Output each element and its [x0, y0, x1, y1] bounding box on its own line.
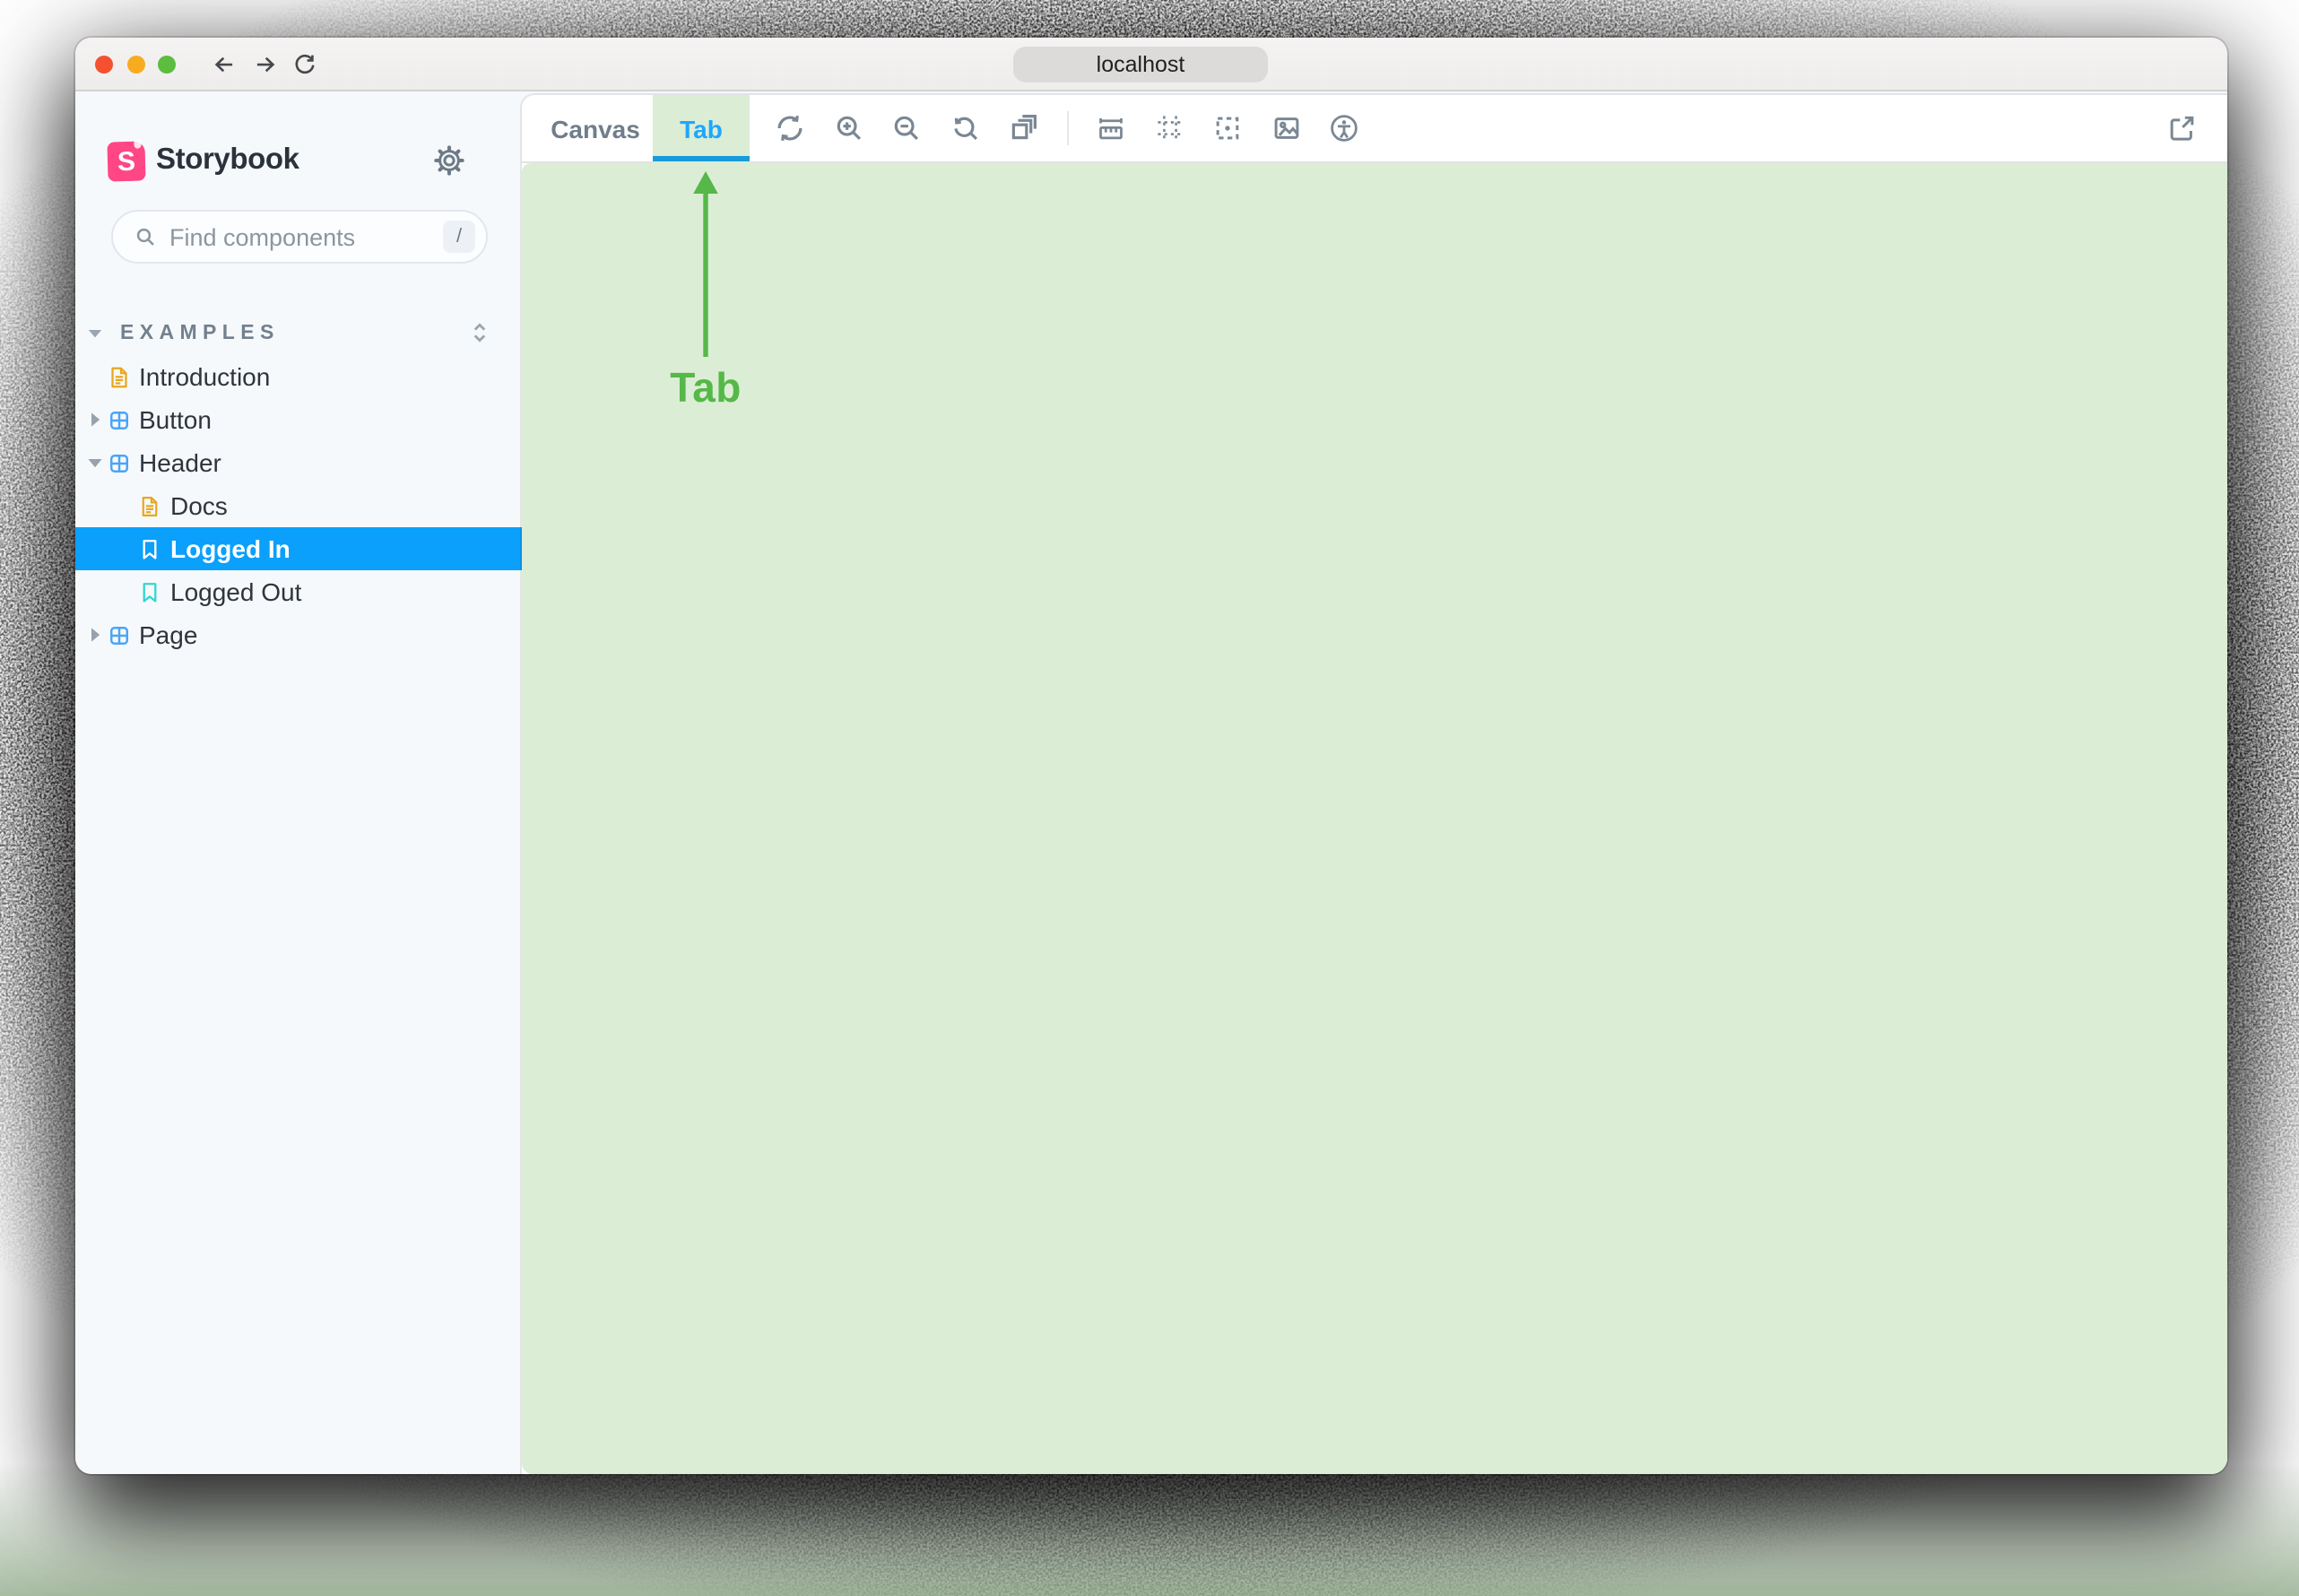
caret-right-icon[interactable] [86, 626, 104, 644]
component-icon [107, 451, 130, 474]
tree-item-logged-out[interactable]: Logged Out [75, 570, 522, 613]
forward-arrow-icon [256, 57, 275, 73]
bookmark-icon [139, 537, 159, 560]
settings-button[interactable] [434, 145, 464, 176]
logo-letter: S [117, 145, 136, 178]
doc-icon [139, 494, 159, 517]
active-tab-underline [653, 155, 750, 161]
back-arrow-icon [214, 57, 233, 73]
component-icon [107, 623, 130, 646]
brand-header: S Storybook [75, 140, 522, 185]
viewport-icon [1011, 115, 1037, 140]
tree-item-label: Page [139, 620, 198, 649]
annotation-label: Tab [670, 364, 742, 411]
chevrons-up-down-icon [473, 323, 486, 343]
tree-item-label: Introduction [139, 362, 271, 391]
close-window-button[interactable] [95, 56, 113, 74]
tree-item-logged-in[interactable]: Logged In [75, 527, 522, 570]
tree-item-label: Logged In [170, 534, 291, 563]
accessibility-button[interactable] [1329, 114, 1359, 144]
external-link-icon [2170, 116, 2194, 141]
zoom-in-button[interactable] [833, 114, 863, 144]
remount-icon [777, 116, 802, 142]
tree-item-docs[interactable]: Docs [75, 484, 522, 527]
expand-collapse-all-button[interactable] [466, 319, 493, 346]
forward-button[interactable] [253, 52, 278, 77]
browser-window: localhost S Storybook Find components / … [75, 38, 2227, 1474]
maximize-window-button[interactable] [158, 56, 176, 74]
gear-icon [434, 145, 464, 176]
canvas-toolbar [775, 94, 1359, 163]
tab-label: Canvas [551, 114, 640, 143]
grid-icon [1157, 116, 1182, 142]
search-shortcut-badge: / [443, 221, 475, 253]
toolbar-divider [1066, 111, 1068, 146]
tree-item-header[interactable]: Header [75, 441, 522, 484]
brand-title[interactable]: Storybook [156, 143, 299, 177]
sidebar-section-examples[interactable]: EXAMPLES [75, 312, 522, 355]
tree-item-label: Button [139, 405, 212, 434]
zoom-reset-icon [953, 117, 977, 141]
zoom-out-button[interactable] [891, 114, 922, 144]
zoom-in-icon [836, 117, 861, 141]
back-button[interactable] [212, 52, 237, 77]
minimize-window-button[interactable] [126, 56, 144, 74]
annotation-arrow-icon [693, 171, 718, 357]
story-tree: Introduction Button Header Docs Logged I… [75, 355, 522, 656]
caret-right-icon[interactable] [86, 411, 104, 429]
open-canvas-new-tab-button[interactable] [2166, 113, 2197, 143]
tab-label: Tab [680, 114, 723, 143]
remount-button[interactable] [775, 114, 805, 144]
tree-item-label: Header [139, 448, 221, 477]
preview-tabbar: Canvas Tab [522, 94, 2227, 163]
tree-item-label: Logged Out [170, 577, 302, 606]
zoom-out-icon [894, 117, 919, 141]
tree-item-button[interactable]: Button [75, 398, 522, 441]
shortcut-key: / [455, 226, 463, 247]
storybook-sidebar: S Storybook Find components / EXAMPLES I… [75, 91, 522, 1474]
grid-button[interactable] [1154, 114, 1184, 144]
story-canvas: Tab [522, 163, 2227, 1474]
image-icon [1273, 117, 1298, 140]
address-bar[interactable]: localhost [1013, 47, 1268, 82]
reload-icon [295, 55, 315, 74]
outline-icon [1216, 117, 1239, 140]
bookmark-icon [139, 580, 159, 603]
window-content: S Storybook Find components / EXAMPLES I… [75, 91, 2227, 1474]
ruler-icon [1099, 118, 1123, 140]
search-input[interactable] [169, 223, 443, 250]
accessibility-icon [1331, 115, 1358, 143]
url-text: localhost [1096, 51, 1185, 77]
zoom-reset-button[interactable] [950, 114, 980, 144]
backgrounds-button[interactable] [1271, 114, 1301, 144]
caret-down-icon[interactable] [86, 454, 104, 472]
tab-canvas[interactable]: Canvas [522, 94, 653, 163]
browser-chrome: localhost [75, 38, 2227, 91]
search-box[interactable]: / [111, 210, 488, 264]
preview-panel: Canvas Tab Tab [522, 94, 2227, 1474]
reload-button[interactable] [292, 52, 317, 77]
tree-item-page[interactable]: Page [75, 613, 522, 656]
backdrop-green-tint [0, 1463, 2299, 1596]
storybook-logo-icon[interactable]: S [107, 141, 146, 182]
tab-tab[interactable]: Tab [653, 94, 750, 163]
tree-item-introduction[interactable]: Introduction [75, 355, 522, 398]
window-controls [95, 56, 176, 74]
component-icon [107, 408, 130, 431]
doc-icon [107, 365, 130, 388]
viewport-button[interactable] [1008, 114, 1038, 144]
tree-item-label: Docs [170, 491, 228, 520]
section-label: EXAMPLES [120, 323, 280, 344]
search-icon [136, 228, 154, 246]
outline-button[interactable] [1212, 114, 1243, 144]
measure-button[interactable] [1096, 114, 1126, 144]
section-caret-down-icon [88, 330, 102, 338]
screenshot-stage: localhost S Storybook Find components / … [0, 0, 2299, 1596]
